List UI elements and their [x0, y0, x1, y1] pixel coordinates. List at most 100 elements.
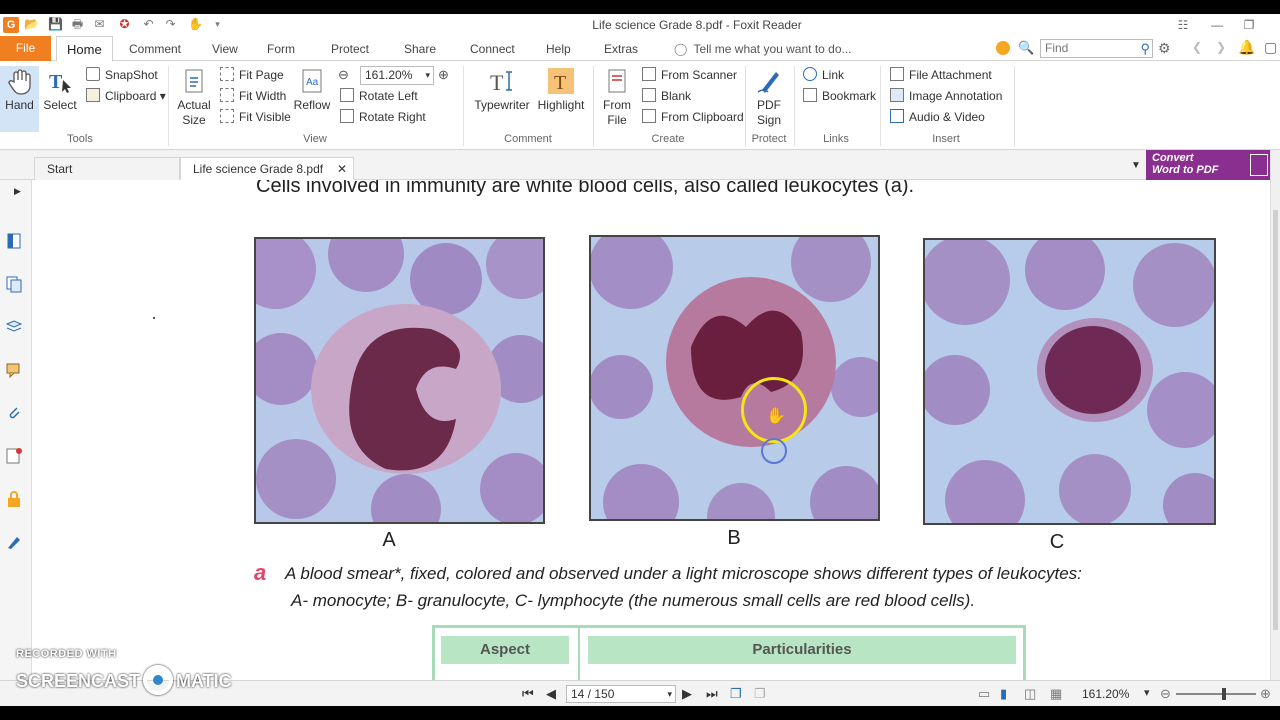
- from-clipboard-button[interactable]: From Clipboard: [642, 108, 744, 126]
- reflow-icon: Aa: [302, 69, 322, 93]
- clipboard-paste-icon: [642, 109, 656, 123]
- tab-share[interactable]: Share: [404, 36, 436, 61]
- bottom-black-bar: [0, 706, 1280, 720]
- expand-pane-icon[interactable]: ▶: [14, 186, 21, 197]
- layers-icon[interactable]: [5, 318, 23, 336]
- convert-word-to-pdf-banner[interactable]: Convert Word to PDF: [1146, 150, 1274, 180]
- content-edit-icon[interactable]: [5, 533, 23, 551]
- tab-start-label: Start: [47, 162, 73, 176]
- file-tab[interactable]: File: [0, 36, 51, 61]
- figure-label-a: A: [382, 529, 396, 551]
- zoom-in-icon[interactable]: ⊕: [438, 67, 449, 83]
- tab-extras[interactable]: Extras: [604, 36, 638, 61]
- svg-text:T: T: [554, 72, 566, 94]
- close-icon[interactable]: ✕: [337, 158, 347, 180]
- tell-me-search[interactable]: ◯ Tell me what you want to do...: [674, 36, 852, 61]
- forward-arrow-icon[interactable]: ❯: [1216, 40, 1226, 54]
- hand-label: Hand: [5, 98, 34, 112]
- svg-text:T: T: [490, 70, 504, 95]
- actual-size-button[interactable]: Actual Size: [175, 66, 213, 128]
- chevron-down-icon: ▾: [425, 70, 430, 80]
- security-lock-icon[interactable]: [5, 490, 23, 508]
- zoom-select[interactable]: 161.20% ▾: [360, 66, 434, 85]
- zoom-dropdown-icon[interactable]: ▾: [1144, 686, 1150, 699]
- zoom-out-icon[interactable]: ⊖: [338, 67, 349, 83]
- snapshot-button[interactable]: SnapShot: [86, 66, 158, 84]
- minimize-icon[interactable]: —: [1208, 16, 1226, 34]
- previous-view-icon[interactable]: ❐: [730, 686, 742, 702]
- tab-home[interactable]: Home: [56, 36, 113, 62]
- hand-icon: [7, 69, 31, 95]
- highlight-button[interactable]: T Highlight: [536, 66, 586, 113]
- rotate-left-button[interactable]: Rotate Left: [340, 87, 418, 105]
- rotate-right-button[interactable]: Rotate Right: [340, 108, 426, 126]
- maximize-icon[interactable]: ❐: [1240, 16, 1258, 34]
- reflow-button[interactable]: Aa Reflow: [292, 66, 332, 113]
- notification-bell-icon[interactable]: 🔔: [1238, 39, 1255, 56]
- clipboard-button[interactable]: Clipboard ▾: [86, 87, 166, 105]
- tab-form[interactable]: Form: [267, 36, 295, 61]
- previous-page-icon[interactable]: ◀: [546, 686, 556, 702]
- pdf-sign-button[interactable]: PDF Sign: [752, 66, 786, 128]
- tab-connect[interactable]: Connect: [470, 36, 515, 61]
- tab-comment[interactable]: Comment: [129, 36, 181, 61]
- document-page-view[interactable]: Cells involved in immunity are white blo…: [32, 180, 1270, 680]
- image-annotation-button[interactable]: Image Annotation: [890, 87, 1002, 105]
- single-page-icon[interactable]: ▭: [978, 686, 990, 702]
- table-column-divider: [578, 628, 580, 680]
- select-tool-button[interactable]: T Select: [42, 66, 78, 113]
- insert-group-label: Insert: [932, 133, 960, 145]
- back-arrow-icon[interactable]: ❮: [1192, 40, 1202, 54]
- audio-video-button[interactable]: Audio & Video: [890, 108, 985, 126]
- find-input[interactable]: Find ⚲: [1040, 39, 1153, 58]
- heart-icon[interactable]: [996, 41, 1010, 55]
- typewriter-button[interactable]: T Typewriter: [470, 66, 534, 113]
- hand-tool-button[interactable]: Hand: [0, 66, 39, 132]
- tab-list-dropdown-icon[interactable]: ▼: [1131, 160, 1141, 171]
- continuous-facing-icon[interactable]: ▦: [1050, 686, 1062, 702]
- vertical-scrollbar[interactable]: [1270, 150, 1280, 680]
- next-page-icon[interactable]: ▶: [682, 686, 692, 702]
- tab-view[interactable]: View: [212, 36, 238, 61]
- next-view-icon[interactable]: ❐: [754, 686, 766, 702]
- blank-button[interactable]: Blank: [642, 87, 691, 105]
- actual-size-icon: [185, 69, 203, 93]
- tab-current-document[interactable]: Life science Grade 8.pdf ✕: [180, 157, 354, 180]
- fit-width-button[interactable]: Fit Width: [220, 87, 286, 105]
- facing-page-icon[interactable]: ◫: [1024, 686, 1036, 702]
- tab-protect[interactable]: Protect: [331, 36, 369, 61]
- continuous-page-icon[interactable]: ▮: [1000, 686, 1007, 702]
- bookmarks-icon[interactable]: [5, 232, 23, 250]
- scrollbar-thumb[interactable]: [1273, 210, 1278, 630]
- zoom-out-status-icon[interactable]: ⊖: [1160, 686, 1171, 702]
- signatures-icon[interactable]: [5, 447, 23, 465]
- zoom-slider[interactable]: [1176, 688, 1256, 700]
- bookmark-button[interactable]: Bookmark: [803, 87, 876, 105]
- first-page-icon[interactable]: ⏮: [522, 686, 534, 702]
- ribbon-collapse-icon[interactable]: ▢: [1264, 39, 1277, 56]
- link-button[interactable]: Link: [803, 66, 844, 84]
- from-file-button[interactable]: From File: [598, 66, 636, 128]
- rotate-right-label: Rotate Right: [359, 110, 426, 124]
- last-page-icon[interactable]: ⏭: [706, 686, 718, 702]
- fit-visible-button[interactable]: Fit Visible: [220, 108, 291, 126]
- fit-page-button[interactable]: Fit Page: [220, 66, 284, 84]
- tab-start[interactable]: Start: [34, 157, 180, 180]
- file-attachment-button[interactable]: File Attachment: [890, 66, 992, 84]
- page-number-input[interactable]: 14 / 150 ▾: [566, 685, 676, 703]
- from-scanner-button[interactable]: From Scanner: [642, 66, 737, 84]
- search-icon[interactable]: ⚲: [1140, 40, 1150, 57]
- settings-gear-icon[interactable]: ⚙: [1158, 40, 1171, 57]
- search-folder-icon[interactable]: 🔍: [1018, 40, 1034, 56]
- hand-cursor-icon: ✋: [766, 408, 786, 425]
- page-thumbnails-icon[interactable]: [5, 275, 23, 293]
- fit-page-label: Fit Page: [239, 68, 284, 82]
- attachments-icon[interactable]: [5, 404, 23, 422]
- zoom-in-status-icon[interactable]: ⊕: [1260, 686, 1271, 702]
- restore-ribbon-icon[interactable]: ☷: [1174, 16, 1192, 34]
- zoom-slider-knob[interactable]: [1221, 688, 1226, 700]
- protect-group-label: Protect: [751, 133, 787, 145]
- comments-icon[interactable]: [5, 361, 23, 379]
- tab-help[interactable]: Help: [546, 36, 571, 61]
- lightbulb-icon: ◯: [674, 42, 688, 56]
